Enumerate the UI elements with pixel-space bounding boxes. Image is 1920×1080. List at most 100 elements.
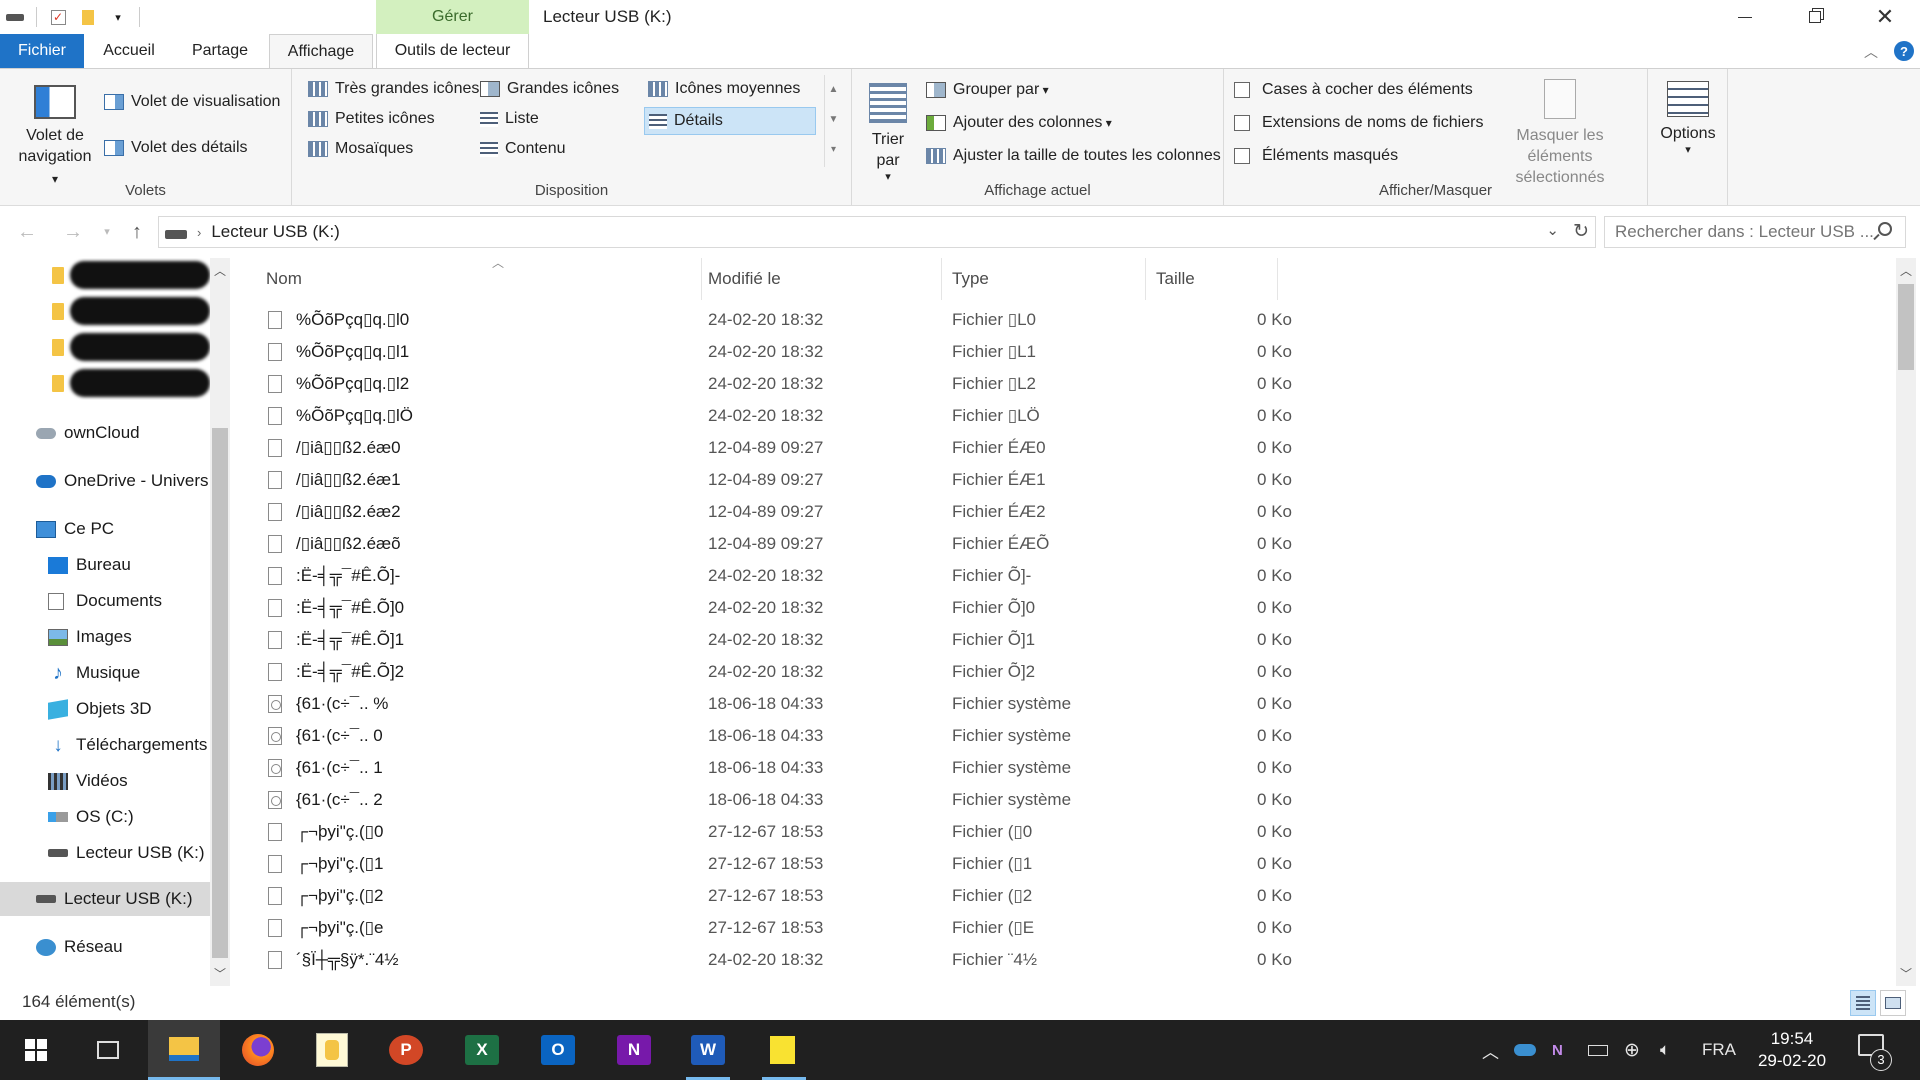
large-icons-view-toggle[interactable] bbox=[1880, 990, 1906, 1016]
layout-tiles[interactable]: Mosaïques bbox=[304, 137, 417, 161]
nav-item-usb-k-selected[interactable]: Lecteur USB (K:) bbox=[0, 882, 210, 916]
table-row[interactable]: %ÕõPçq▯q.▯l0 24-02-20 18:32 Fichier ▯L0 0 K… bbox=[260, 304, 1510, 336]
restore-button[interactable] bbox=[1780, 0, 1850, 34]
recent-locations-chevron-down-icon[interactable]: ▾ bbox=[94, 218, 120, 246]
table-row[interactable]: ´§Ï┼╦§ÿ*.¨4½ 24-02-20 18:32 Fichier ¨4½ 0 K… bbox=[260, 944, 1510, 976]
taskbar-word[interactable]: W bbox=[672, 1020, 744, 1080]
nav-scroll-up-icon[interactable]: ︿ bbox=[210, 262, 230, 279]
table-row[interactable]: {61·(c÷¯.. % 18-06-18 04:33 Fichier systèm… bbox=[260, 688, 1510, 720]
tray-onenote-clip-icon[interactable]: N bbox=[1552, 1020, 1563, 1080]
tray-clock[interactable]: 19:54 29-02-20 bbox=[1742, 1028, 1842, 1072]
new-folder-icon[interactable] bbox=[73, 0, 103, 34]
nav-item-redacted-3[interactable] bbox=[0, 330, 210, 364]
table-row[interactable]: :Ë-╡╦¯#Ê.Õ]1 24-02-20 18:32 Fichier Õ]1 0 K… bbox=[260, 624, 1510, 656]
tab-fichier[interactable]: Fichier bbox=[0, 34, 84, 68]
layout-content[interactable]: Contenu bbox=[476, 137, 570, 161]
table-row[interactable]: /▯iâ▯▯ß2.éæ2 12-04-89 09:27 Fichier ÉÆ2 0 K… bbox=[260, 496, 1510, 528]
details-pane-button[interactable]: Volet des détails bbox=[104, 139, 248, 157]
nav-item-usb-k-under-pc[interactable]: Lecteur USB (K:) bbox=[0, 836, 210, 870]
scroll-thumb[interactable] bbox=[1898, 284, 1914, 370]
nav-scroll-down-icon[interactable]: ﹀ bbox=[210, 965, 230, 982]
nav-item-objets-3d[interactable]: Objets 3D bbox=[0, 692, 210, 726]
nav-item-onedrive[interactable]: OneDrive - Univers bbox=[0, 464, 210, 498]
hidden-items-checkbox[interactable] bbox=[1234, 148, 1250, 164]
file-name-cell[interactable]: {61·(c÷¯.. 2 bbox=[268, 784, 383, 816]
file-name-cell[interactable]: ┌¬þyi"ç.(▯0 bbox=[268, 816, 383, 848]
table-row[interactable]: %ÕõPçq▯q.▯l2 24-02-20 18:32 Fichier ▯L2 0 K… bbox=[260, 368, 1510, 400]
file-extensions-toggle[interactable]: Extensions de noms de fichiers bbox=[1234, 114, 1483, 132]
taskbar-file-explorer[interactable] bbox=[148, 1020, 220, 1080]
file-name-cell[interactable]: ┌¬þyi"ç.(▯e bbox=[268, 912, 383, 944]
item-checkboxes-checkbox[interactable] bbox=[1234, 82, 1250, 98]
file-name-cell[interactable]: :Ë-╡╦¯#Ê.Õ]1 bbox=[268, 624, 404, 656]
tray-network-globe-icon[interactable]: ⊕ bbox=[1624, 1020, 1640, 1080]
layout-large-icons[interactable]: Grandes icônes bbox=[476, 77, 623, 101]
table-row[interactable]: ┌¬þyi"ç.(▯e 27-12-67 18:53 Fichier (▯E 0 Ko bbox=[260, 912, 1510, 944]
nav-item-videos[interactable]: Vidéos bbox=[0, 764, 210, 798]
breadcrumb-current[interactable]: Lecteur USB (K:) bbox=[211, 222, 340, 242]
up-arrow-icon[interactable]: ↑ bbox=[124, 218, 150, 246]
taskbar-python-idle[interactable] bbox=[296, 1020, 368, 1080]
file-name-cell[interactable]: /▯iâ▯▯ß2.éæ1 bbox=[268, 464, 401, 496]
tray-language[interactable]: FRA bbox=[1702, 1020, 1736, 1080]
hide-selected-button[interactable]: Masquer les éléments sélectionnés bbox=[1480, 79, 1640, 188]
nav-item-musique[interactable]: ♪ Musique bbox=[0, 656, 210, 690]
file-name-cell[interactable]: %ÕõPçq▯q.▯l1 bbox=[268, 336, 409, 368]
layout-list[interactable]: Liste bbox=[476, 107, 543, 131]
breadcrumb-chevron-right-icon[interactable]: › bbox=[197, 225, 201, 240]
nav-item-images[interactable]: Images bbox=[0, 620, 210, 654]
minimize-button[interactable] bbox=[1710, 0, 1780, 34]
layout-details[interactable]: Détails bbox=[644, 107, 816, 135]
tray-volume-icon[interactable]: 🔈︎ bbox=[1660, 1020, 1670, 1080]
column-header-type[interactable]: Type bbox=[942, 258, 1146, 300]
collapse-ribbon-chevron-up-icon[interactable]: ︿ bbox=[1864, 42, 1878, 62]
taskbar-outlook[interactable]: O bbox=[522, 1020, 594, 1080]
file-name-cell[interactable]: :Ë-╡╦¯#Ê.Õ]0 bbox=[268, 592, 404, 624]
help-icon[interactable]: ? bbox=[1894, 41, 1914, 61]
table-row[interactable]: %ÕõPçq▯q.▯lÖ 24-02-20 18:32 Fichier ▯LÖ 0 K… bbox=[260, 400, 1510, 432]
taskbar-firefox[interactable] bbox=[222, 1020, 294, 1080]
nav-item-redacted-4[interactable] bbox=[0, 366, 210, 400]
add-columns-button[interactable]: Ajouter des colonnes bbox=[926, 114, 1112, 132]
nav-item-telechargements[interactable]: ↓ Téléchargements bbox=[0, 728, 210, 762]
nav-item-redacted-1[interactable] bbox=[0, 258, 210, 292]
refresh-icon[interactable]: ↻ bbox=[1573, 220, 1589, 243]
nav-item-documents[interactable]: Documents bbox=[0, 584, 210, 618]
table-row[interactable]: ┌¬þyi"ç.(▯1 27-12-67 18:53 Fichier (▯1 0 Ko bbox=[260, 848, 1510, 880]
options-button[interactable]: Options ▾ bbox=[1654, 81, 1722, 156]
file-name-cell[interactable]: ´§Ï┼╦§ÿ*.¨4½ bbox=[268, 944, 399, 976]
file-name-cell[interactable]: /▯iâ▯▯ß2.éæõ bbox=[268, 528, 401, 560]
file-name-cell[interactable]: {61·(c÷¯.. 1 bbox=[268, 752, 383, 784]
file-name-cell[interactable]: %ÕõPçq▯q.▯lÖ bbox=[268, 400, 413, 432]
tray-battery-icon[interactable] bbox=[1588, 1020, 1608, 1080]
taskbar-powerpoint[interactable]: P bbox=[370, 1020, 442, 1080]
tab-affichage[interactable]: Affichage bbox=[269, 34, 373, 69]
file-list-scrollbar[interactable]: ︿ ﹀ bbox=[1896, 258, 1916, 986]
tab-partage[interactable]: Partage bbox=[180, 34, 260, 68]
file-extensions-checkbox[interactable] bbox=[1234, 115, 1250, 131]
file-name-cell[interactable]: :Ë-╡╦¯#Ê.Õ]2 bbox=[268, 656, 404, 688]
close-button[interactable]: ✕ bbox=[1850, 0, 1920, 34]
file-name-cell[interactable]: :Ë-╡╦¯#Ê.Õ]- bbox=[268, 560, 400, 592]
start-button[interactable] bbox=[0, 1020, 72, 1080]
nav-item-owncloud[interactable]: ownCloud bbox=[0, 416, 210, 450]
taskbar-sticky-notes[interactable] bbox=[748, 1020, 820, 1080]
layout-extra-large-icons[interactable]: Très grandes icônes bbox=[304, 77, 483, 101]
file-name-cell[interactable]: %ÕõPçq▯q.▯l0 bbox=[268, 304, 409, 336]
properties-check-icon[interactable]: ✓ bbox=[43, 0, 73, 34]
forward-arrow-icon[interactable]: → bbox=[60, 218, 86, 246]
scroll-down-icon[interactable]: ﹀ bbox=[1896, 965, 1916, 982]
file-name-cell[interactable]: ┌¬þyi"ç.(▯1 bbox=[268, 848, 383, 880]
layout-gallery-scroll[interactable]: ▲ ▼ ▾ bbox=[824, 75, 842, 167]
file-name-cell[interactable]: /▯iâ▯▯ß2.éæ2 bbox=[268, 496, 401, 528]
table-row[interactable]: /▯iâ▯▯ß2.éæ1 12-04-89 09:27 Fichier ÉÆ1 0 K… bbox=[260, 464, 1510, 496]
address-bar[interactable]: › Lecteur USB (K:) ⌄ ↻ bbox=[158, 216, 1596, 248]
file-name-cell[interactable]: %ÕõPçq▯q.▯l2 bbox=[268, 368, 409, 400]
nav-pane-scrollbar[interactable]: ︿ ﹀ bbox=[210, 258, 230, 986]
item-checkboxes-toggle[interactable]: Cases à cocher des éléments bbox=[1234, 81, 1473, 99]
nav-item-redacted-2[interactable] bbox=[0, 294, 210, 328]
table-row[interactable]: :Ë-╡╦¯#Ê.Õ]- 24-02-20 18:32 Fichier Õ]- 0 K… bbox=[260, 560, 1510, 592]
table-row[interactable]: ┌¬þyi"ç.(▯0 27-12-67 18:53 Fichier (▯0 0 Ko bbox=[260, 816, 1510, 848]
table-row[interactable]: :Ë-╡╦¯#Ê.Õ]2 24-02-20 18:32 Fichier Õ]2 0 K… bbox=[260, 656, 1510, 688]
scroll-up-icon[interactable]: ︿ bbox=[1896, 262, 1916, 279]
